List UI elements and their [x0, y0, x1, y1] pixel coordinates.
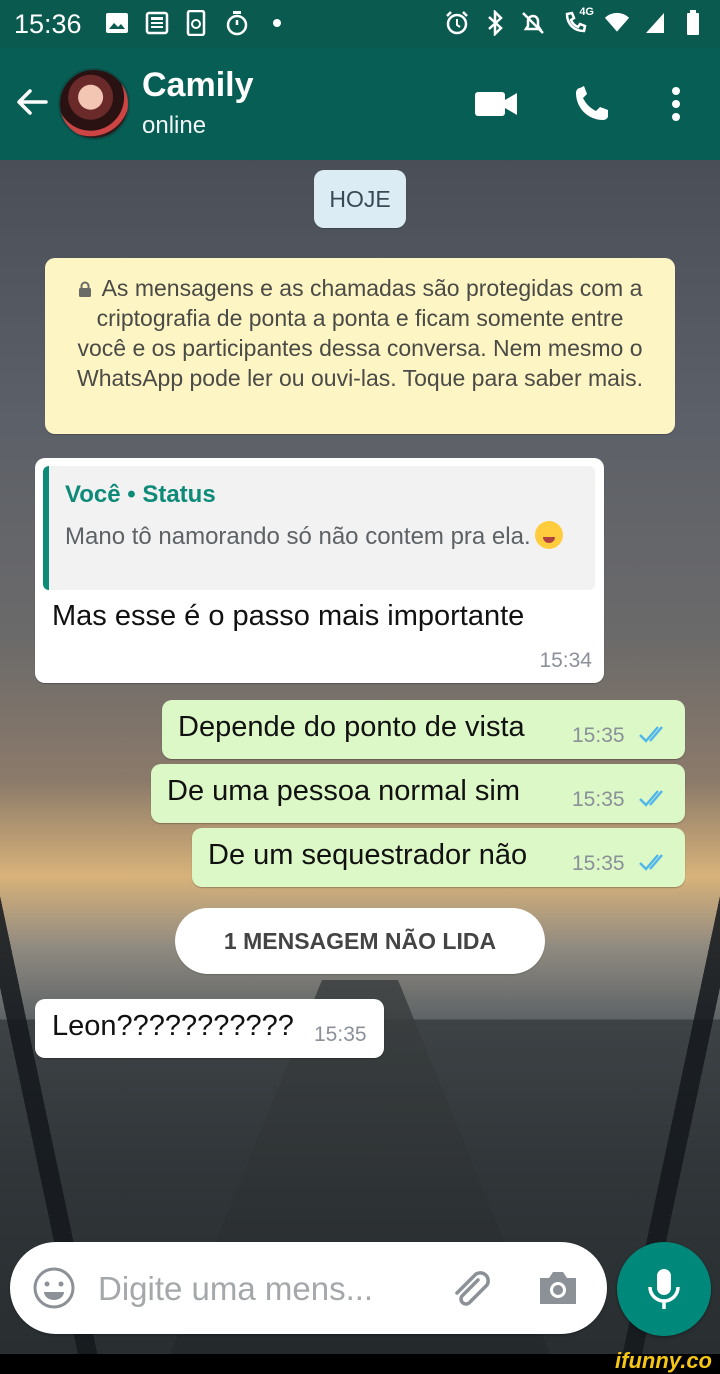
- read-ticks-icon: [639, 726, 663, 743]
- status-time: 15:36: [14, 9, 82, 39]
- incoming-message-reply[interactable]: Você • Status Mano tô namorando só não c…: [35, 458, 604, 683]
- sync-icon: [184, 10, 210, 36]
- date-chip: HOJE: [314, 170, 406, 228]
- chat-header: Camily online: [0, 48, 720, 160]
- alarm-icon: [444, 10, 470, 36]
- message-text: De uma pessoa normal sim: [167, 775, 520, 807]
- call-4g-icon: 4G: [558, 6, 594, 36]
- lock-icon: [78, 281, 91, 297]
- incoming-message[interactable]: Leon??????????? 15:35: [35, 999, 384, 1058]
- microphone-icon: [648, 1269, 680, 1309]
- read-ticks-icon: [639, 790, 663, 807]
- quoted-status[interactable]: Você • Status Mano tô namorando só não c…: [43, 466, 595, 590]
- outgoing-message[interactable]: De um sequestrador não 15:35: [192, 828, 685, 887]
- message-text: De um sequestrador não: [208, 839, 528, 871]
- quote-bar: [43, 466, 49, 590]
- encryption-notice-text: As mensagens e as chamadas são protegida…: [77, 275, 643, 391]
- microphone-button[interactable]: [617, 1242, 711, 1336]
- footer-bar: [0, 1354, 720, 1374]
- attach-icon[interactable]: [446, 1264, 494, 1312]
- unread-divider: 1 MENSAGEM NÃO LIDA: [175, 908, 545, 974]
- contact-presence: online: [142, 112, 207, 139]
- message-text: Mas esse é o passo mais importante: [52, 600, 525, 632]
- status-bar: 15:36 4G: [0, 0, 720, 48]
- message-composer: [10, 1242, 607, 1334]
- emoji-icon[interactable]: [30, 1264, 78, 1312]
- message-text: Leon???????????: [52, 1010, 294, 1042]
- camera-icon[interactable]: [534, 1264, 582, 1312]
- quote-author: Você • Status: [65, 481, 216, 508]
- message-text: Depende do ponto de vista: [178, 711, 525, 743]
- message-time: 15:34: [539, 649, 592, 672]
- drooling-emoji-icon: [534, 521, 563, 549]
- back-arrow-icon[interactable]: [14, 84, 50, 120]
- chat-area[interactable]: HOJE As mensagens e as chamadas são prot…: [0, 160, 720, 1354]
- battery-icon: [680, 10, 706, 36]
- contact-name[interactable]: Camily: [142, 66, 254, 105]
- status-system-icons: 4G: [444, 6, 706, 36]
- contact-avatar[interactable]: [58, 68, 130, 140]
- message-input[interactable]: [96, 1264, 420, 1314]
- outgoing-message[interactable]: De uma pessoa normal sim 15:35: [151, 764, 685, 823]
- network-label: 4G: [579, 6, 594, 18]
- bluetooth-icon: [482, 10, 508, 36]
- quote-text-content: Mano tô namorando só não contem pra ela.: [65, 523, 531, 550]
- image-icon: [104, 10, 130, 36]
- wifi-icon: [604, 10, 630, 36]
- message-time: 15:35: [314, 1023, 367, 1046]
- video-call-icon[interactable]: [474, 82, 518, 126]
- message-time: 15:35: [572, 724, 625, 747]
- signal-icon: [642, 10, 668, 36]
- message-time: 15:35: [572, 852, 625, 875]
- dot-icon: [264, 10, 290, 36]
- menu-dots-icon[interactable]: [654, 82, 698, 126]
- read-ticks-icon: [639, 854, 663, 871]
- status-notification-icons: [104, 10, 290, 36]
- encryption-notice[interactable]: As mensagens e as chamadas são protegida…: [45, 258, 675, 434]
- mute-icon: [520, 10, 546, 36]
- outgoing-message[interactable]: Depende do ponto de vista 15:35: [162, 700, 685, 759]
- watermark: ifunny.co: [615, 1348, 712, 1373]
- message-time: 15:35: [572, 788, 625, 811]
- timer-icon: [224, 10, 250, 36]
- voice-call-icon[interactable]: [570, 82, 614, 126]
- news-icon: [144, 10, 170, 36]
- quote-text: Mano tô namorando só não contem pra ela.: [65, 520, 575, 554]
